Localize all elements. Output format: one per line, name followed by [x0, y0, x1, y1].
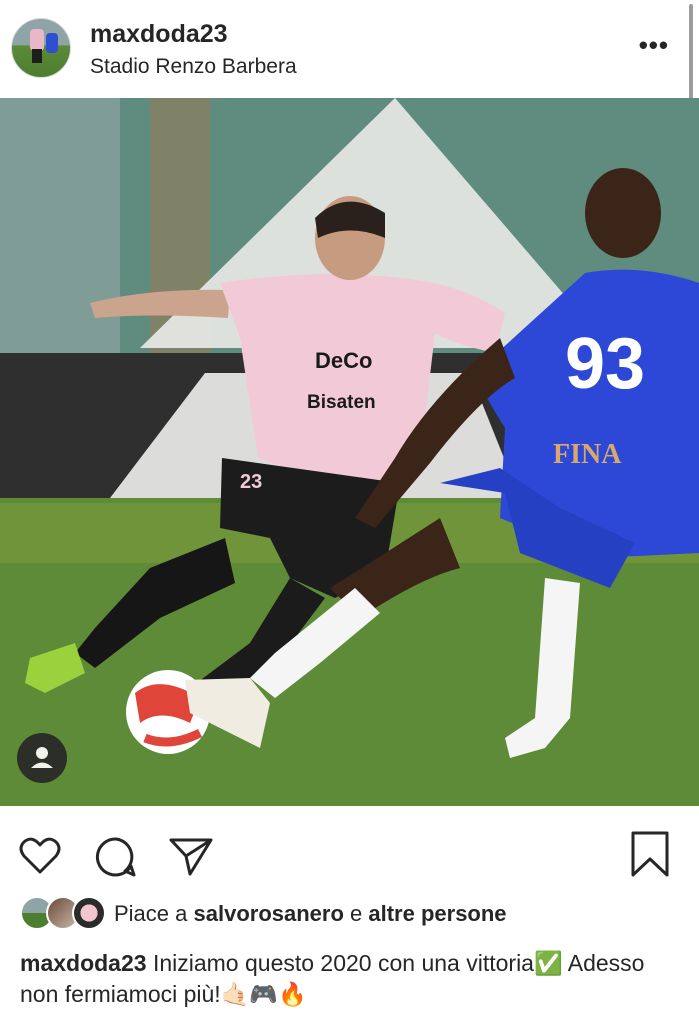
user-tag-icon — [31, 747, 53, 768]
likes-summary[interactable]: Piace a salvorosanero e altre persone — [0, 896, 699, 938]
post-photo[interactable]: DeCo Bisaten 23 93 FINA — [0, 98, 699, 806]
post-caption: maxdoda23 Iniziamo questo 2020 con una v… — [20, 948, 680, 1010]
avatar-figure-blue — [46, 33, 58, 53]
post-header: maxdoda23 Stadio Renzo Barbera ••• — [0, 0, 699, 114]
avatar-figure-pink — [30, 29, 44, 51]
comment-icon[interactable] — [95, 836, 137, 878]
svg-text:FINA: FINA — [553, 439, 622, 470]
avatar-figure-shorts — [32, 49, 42, 63]
stands-left — [0, 98, 120, 358]
post-location[interactable]: Stadio Renzo Barbera — [90, 55, 297, 79]
svg-text:DeCo: DeCo — [315, 348, 372, 373]
likes-connector: e — [343, 901, 369, 926]
likes-text: Piace a salvorosanero e altre persone — [114, 901, 507, 927]
user-tag-button[interactable] — [17, 733, 67, 783]
heart-icon[interactable] — [18, 836, 62, 876]
bookmark-icon[interactable] — [630, 830, 670, 878]
liker-avatar-3 — [72, 896, 106, 930]
likes-prefix: Piace a — [114, 901, 194, 926]
post-actions — [0, 806, 699, 896]
svg-text:23: 23 — [240, 471, 262, 493]
likes-others[interactable]: altre persone — [368, 901, 506, 926]
post-username[interactable]: maxdoda23 — [90, 20, 228, 49]
caption-username[interactable]: maxdoda23 — [20, 950, 147, 976]
svg-text:Bisaten: Bisaten — [307, 392, 376, 413]
svg-text:93: 93 — [565, 324, 645, 404]
profile-avatar[interactable] — [11, 18, 71, 78]
more-options-icon[interactable]: ••• — [639, 32, 669, 58]
liker-username[interactable]: salvorosanero — [194, 901, 344, 926]
match-photo-illustration: DeCo Bisaten 23 93 FINA — [0, 98, 699, 806]
send-icon[interactable] — [168, 836, 214, 878]
